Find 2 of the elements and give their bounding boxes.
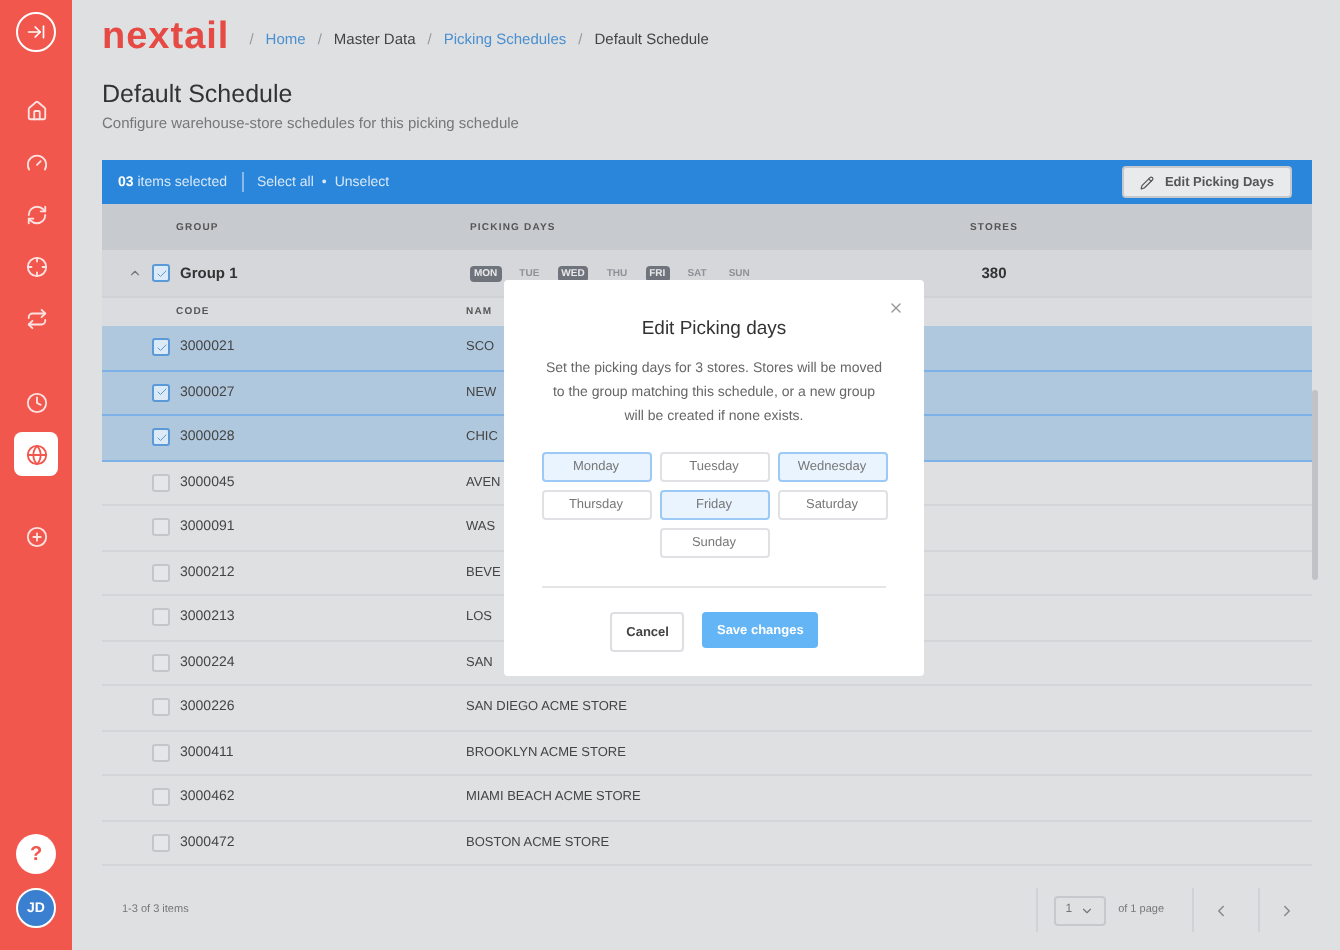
dialog-title: Edit Picking days — [641, 318, 787, 340]
page-title: Default Schedule — [102, 80, 295, 108]
